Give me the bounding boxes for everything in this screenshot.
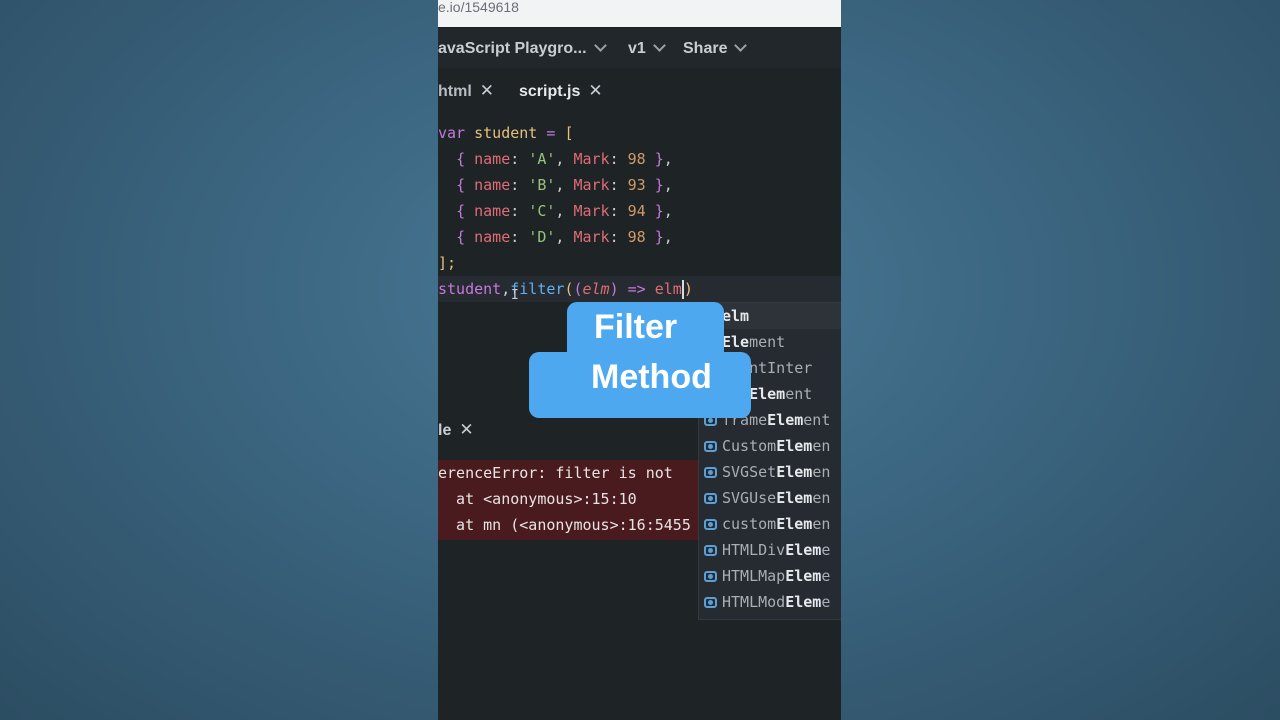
error-line: at mn (<anonymous>:16:5455	[438, 516, 691, 534]
chevron-down-icon	[593, 39, 607, 52]
code-line: var student = [	[438, 124, 574, 142]
overlay-title-line1: Filter	[594, 308, 678, 346]
playground-toolbar: avaScript Playgro... v1 Share	[438, 29, 841, 68]
error-line: at <anonymous>:15:10	[438, 490, 637, 508]
tab-label: script.js	[519, 83, 581, 100]
tab-html[interactable]: html ✕	[438, 81, 494, 101]
variable-icon	[704, 493, 717, 504]
version-label: v1	[628, 40, 646, 57]
autocomplete-item[interactable]: CustomElemen	[699, 433, 841, 459]
autocomplete-item[interactable]: HTMLDivEleme	[699, 537, 841, 563]
code-line: { name: 'A', Mark: 98 },	[456, 150, 673, 168]
variable-icon	[704, 467, 717, 478]
variable-icon	[704, 441, 717, 452]
share-label: Share	[683, 40, 728, 57]
browser-url-bar[interactable]: e.io/1549618	[438, 0, 841, 27]
variable-icon	[704, 519, 717, 530]
version-menu[interactable]: v1	[628, 39, 666, 58]
url-text: e.io/1549618	[438, 0, 519, 15]
autocomplete-item[interactable]: HTMLMapEleme	[699, 563, 841, 589]
code-line-current: student,filter((elm) => elm)	[438, 276, 841, 302]
code-line: { name: 'B', Mark: 93 },	[456, 176, 673, 194]
variable-icon	[704, 571, 717, 582]
project-name: avaScript Playgro...	[438, 40, 587, 57]
title-overlay: Filter Method	[529, 302, 751, 418]
share-menu[interactable]: Share	[683, 39, 748, 58]
console-tab-label: le	[438, 422, 452, 439]
close-icon[interactable]: ✕	[588, 81, 602, 100]
chevron-down-icon	[734, 39, 748, 52]
error-line: erenceError: filter is not	[438, 464, 673, 482]
overlay-title-line2: Method	[591, 358, 712, 396]
autocomplete-item[interactable]: customElemen	[699, 511, 841, 537]
close-icon[interactable]: ✕	[459, 420, 473, 439]
ibeam-cursor-icon: I	[511, 288, 519, 303]
autocomplete-item[interactable]: HTMLModEleme	[699, 589, 841, 615]
variable-icon	[704, 597, 717, 608]
close-icon[interactable]: ✕	[480, 81, 494, 100]
autocomplete-item[interactable]: SVGSetElemen	[699, 459, 841, 485]
code-line: ];	[438, 254, 457, 272]
code-line: { name: 'D', Mark: 98 },	[456, 228, 673, 246]
tab-script-js[interactable]: script.js ✕	[519, 81, 603, 101]
console-error: erenceError: filter is not at <anonymous…	[438, 460, 700, 540]
editor-tabs: html ✕ script.js ✕	[438, 68, 841, 112]
code-editor[interactable]: var student = [ { name: 'A', Mark: 98 },…	[438, 120, 841, 310]
console-tab[interactable]: le ✕	[438, 420, 698, 446]
code-line: { name: 'C', Mark: 94 },	[456, 202, 673, 220]
autocomplete-item[interactable]: SVGUseElemen	[699, 485, 841, 511]
chevron-down-icon	[652, 39, 666, 52]
project-menu[interactable]: avaScript Playgro...	[438, 39, 607, 58]
tab-label: html	[438, 83, 472, 100]
variable-icon	[704, 545, 717, 556]
